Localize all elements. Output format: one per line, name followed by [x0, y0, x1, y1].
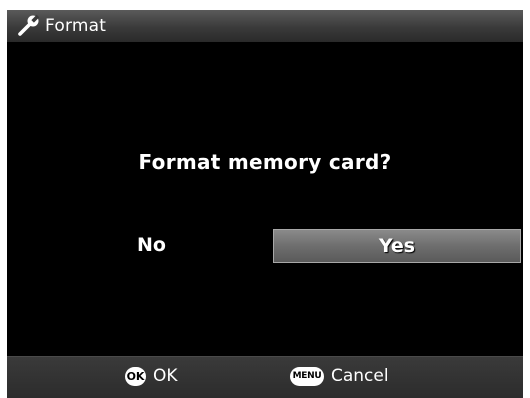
- cancel-hint[interactable]: MENU Cancel: [290, 366, 389, 386]
- ok-hint-label: OK: [153, 366, 178, 386]
- button-guide-bar: OK OK MENU Cancel: [7, 356, 523, 398]
- wrench-icon: [15, 14, 41, 38]
- ok-hint[interactable]: OK OK: [125, 366, 178, 386]
- page-title: Format: [45, 16, 107, 36]
- menu-button-icon: MENU: [290, 366, 324, 386]
- camera-screen: Format Format memory card? No Yes OK OK …: [7, 10, 523, 398]
- yes-option-label: Yes: [378, 235, 416, 257]
- title-bar: Format: [7, 10, 523, 42]
- cancel-hint-label: Cancel: [331, 366, 389, 386]
- ok-button-icon: OK: [125, 366, 146, 386]
- yes-option[interactable]: Yes: [273, 229, 521, 263]
- no-option[interactable]: No: [137, 233, 166, 257]
- format-question: Format memory card?: [138, 150, 392, 174]
